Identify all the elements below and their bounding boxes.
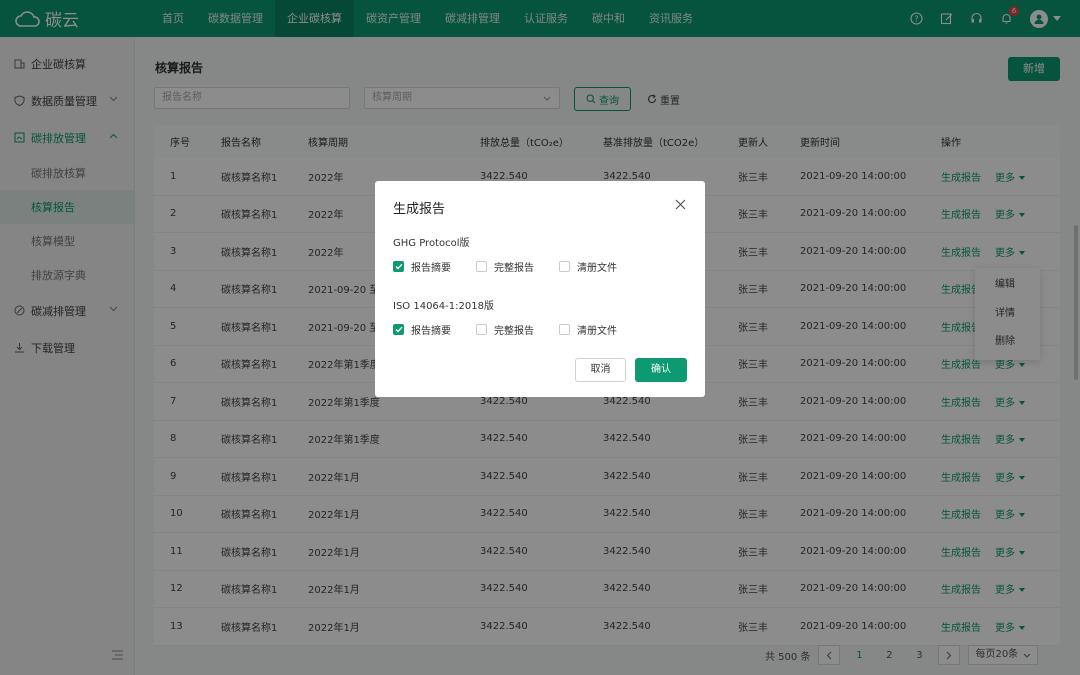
confirm-button[interactable]: 确认 [635,358,687,382]
checkbox-label: 完整报告 [494,326,534,337]
group-title-iso: ISO 14064-1:2018版 [393,301,494,312]
checkbox-iso-full[interactable]: 完整报告 [476,322,559,337]
close-icon[interactable] [675,199,686,213]
checkbox-unchecked-icon [559,324,570,335]
cancel-button[interactable]: 取消 [575,358,626,382]
checkbox-ghg-full[interactable]: 完整报告 [476,259,559,274]
checkbox-ghg-summary[interactable]: 报告摘要 [393,259,476,274]
checkbox-unchecked-icon [559,261,570,272]
checkbox-label: 清册文件 [577,263,617,274]
checkbox-label: 报告摘要 [411,326,451,337]
checkbox-checked-icon [393,261,404,272]
dialog-title: 生成报告 [393,202,446,217]
group-title-ghg: GHG Protocol版 [393,238,470,249]
checkbox-iso-inventory[interactable]: 清册文件 [559,322,642,337]
checkbox-label: 清册文件 [577,326,617,337]
checkbox-checked-icon [393,324,404,335]
checkbox-label: 完整报告 [494,263,534,274]
checkbox-unchecked-icon [476,324,487,335]
checkbox-unchecked-icon [476,261,487,272]
generate-report-dialog: 生成报告 GHG Protocol版 报告摘要 完整报告 清册文件 ISO 14… [375,181,705,397]
ghg-options: 报告摘要 完整报告 清册文件 [393,259,642,274]
checkbox-ghg-inventory[interactable]: 清册文件 [559,259,642,274]
checkbox-iso-summary[interactable]: 报告摘要 [393,322,476,337]
iso-options: 报告摘要 完整报告 清册文件 [393,322,642,337]
checkbox-label: 报告摘要 [411,263,451,274]
